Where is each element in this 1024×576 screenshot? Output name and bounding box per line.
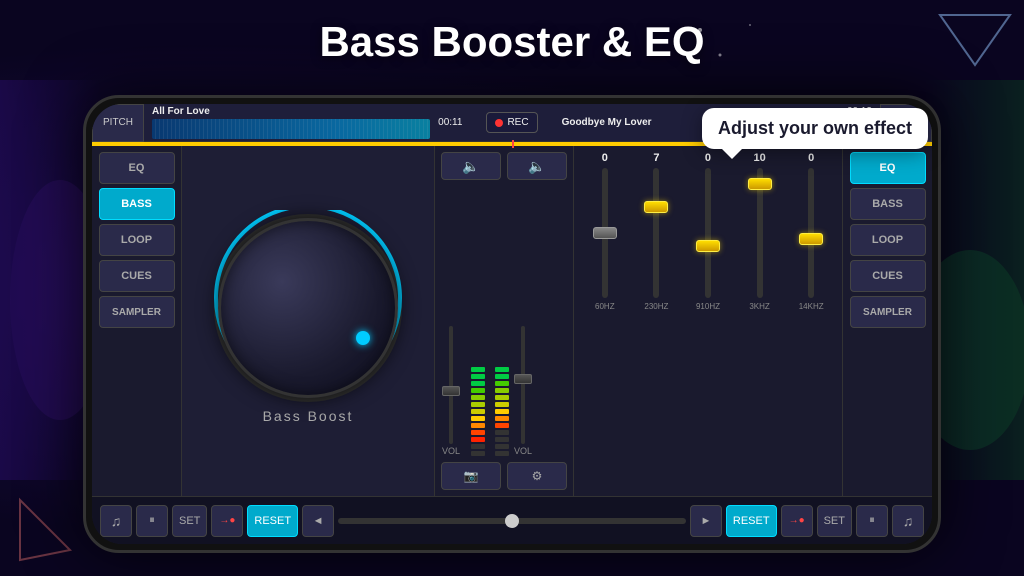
eq-button-right[interactable]: EQ bbox=[850, 152, 926, 184]
eq-label-60hz: 60HZ bbox=[595, 302, 615, 311]
eq-track-230hz bbox=[653, 168, 659, 298]
tooltip-text: Adjust your own effect bbox=[718, 118, 912, 138]
eq-band-14khz: 0 14KHZ bbox=[788, 152, 834, 311]
track-right-name: Goodbye My Lover bbox=[562, 117, 652, 128]
main-content: EQ BASS LOOP CUES SAMPLER bbox=[92, 146, 932, 496]
eq-area: 0 60HZ 7 230HZ bbox=[574, 146, 842, 496]
reset-left-button[interactable]: RESET bbox=[247, 505, 298, 537]
fader-left: VOL bbox=[441, 326, 461, 456]
music-right-button[interactable]: ♫ bbox=[892, 505, 924, 537]
set-left-button[interactable]: SET bbox=[172, 505, 207, 537]
eq-handle-230hz[interactable] bbox=[644, 201, 668, 213]
arrow-record-button[interactable]: →● bbox=[211, 505, 243, 537]
eq-track-910hz bbox=[705, 168, 711, 298]
vu-meter-left bbox=[465, 326, 485, 456]
mixer-area: 🔈 🔈 VOL bbox=[434, 146, 574, 496]
cues-button-left[interactable]: CUES bbox=[99, 260, 175, 292]
eq-value-230hz: 7 bbox=[653, 152, 659, 164]
bass-button-left[interactable]: BASS bbox=[99, 188, 175, 220]
bass-knob[interactable] bbox=[218, 218, 398, 398]
eq-band-910hz: 0 910HZ bbox=[685, 152, 731, 311]
vu-fader-area: VOL bbox=[441, 186, 567, 456]
eq-label-3khz: 3KHZ bbox=[749, 302, 769, 311]
mixer-bottom-buttons: 📷 ⚙ bbox=[441, 462, 567, 490]
rec-dot bbox=[495, 119, 503, 127]
eq-label-910hz: 910HZ bbox=[696, 302, 720, 311]
page-title: Bass Booster & EQ bbox=[319, 18, 704, 66]
mixer-btn-camera[interactable]: 📷 bbox=[441, 462, 501, 490]
left-panel: EQ BASS LOOP CUES SAMPLER bbox=[92, 146, 182, 496]
bass-boost-label: Bass Boost bbox=[263, 408, 354, 424]
volume-left-button[interactable]: 🔈 bbox=[441, 152, 501, 180]
pitch-left-button[interactable]: PITCH bbox=[92, 104, 144, 142]
vol-label-right: VOL bbox=[514, 446, 532, 456]
phone-screen: PITCH All For Love 00:11 REC Goodbye My … bbox=[92, 104, 932, 544]
eq-value-910hz: 0 bbox=[705, 152, 711, 164]
mixer-btn-settings[interactable]: ⚙ bbox=[507, 462, 567, 490]
eq-label-230hz: 230HZ bbox=[644, 302, 668, 311]
vu-meter-right bbox=[489, 326, 509, 456]
rec-label: REC bbox=[507, 117, 528, 128]
eq-handle-60hz[interactable] bbox=[593, 227, 617, 239]
eq-handle-14khz[interactable] bbox=[799, 233, 823, 245]
eq-band-230hz: 7 230HZ bbox=[634, 152, 680, 311]
set-right-button[interactable]: SET bbox=[817, 505, 852, 537]
next-button[interactable]: ► bbox=[690, 505, 722, 537]
fader-track-right bbox=[521, 326, 525, 444]
sampler-button-right[interactable]: SAMPLER bbox=[850, 296, 926, 328]
progress-track[interactable] bbox=[338, 518, 686, 524]
pause-right-button[interactable]: ⏸ bbox=[856, 505, 888, 537]
eq-faders-row: 0 60HZ 7 230HZ bbox=[582, 152, 834, 490]
tooltip-bubble: Adjust your own effect bbox=[702, 108, 928, 149]
track-left-name: All For Love bbox=[152, 106, 430, 117]
mixer-top-buttons: 🔈 🔈 bbox=[441, 152, 567, 180]
reset-right-button[interactable]: RESET bbox=[726, 505, 777, 537]
phone-frame: PITCH All For Love 00:11 REC Goodbye My … bbox=[83, 95, 941, 553]
eq-band-60hz: 0 60HZ bbox=[582, 152, 628, 311]
fader-handle-right[interactable] bbox=[514, 374, 532, 384]
pause-left-button[interactable]: ⏸ bbox=[136, 505, 168, 537]
eq-value-14khz: 0 bbox=[808, 152, 814, 164]
fader-right: VOL bbox=[513, 326, 533, 456]
prev-button[interactable]: ◄ bbox=[302, 505, 334, 537]
center-knob-area: Bass Boost bbox=[182, 146, 434, 496]
eq-band-3khz: 10 3KHZ bbox=[737, 152, 783, 311]
vol-label-left: VOL bbox=[442, 446, 460, 456]
eq-handle-910hz[interactable] bbox=[696, 240, 720, 252]
right-panel: EQ BASS LOOP CUES SAMPLER bbox=[842, 146, 932, 496]
loop-button-right[interactable]: LOOP bbox=[850, 224, 926, 256]
loop-button-left[interactable]: LOOP bbox=[99, 224, 175, 256]
eq-handle-3khz[interactable] bbox=[748, 178, 772, 190]
sampler-button-left[interactable]: SAMPLER bbox=[99, 296, 175, 328]
eq-value-3khz: 10 bbox=[753, 152, 765, 164]
track-left-time: 00:11 bbox=[438, 117, 462, 128]
waveform-left bbox=[152, 119, 430, 139]
eq-track-3khz bbox=[757, 168, 763, 298]
volume-right-icon: 🔈 bbox=[528, 158, 545, 175]
eq-button-left[interactable]: EQ bbox=[99, 152, 175, 184]
track-left-section: All For Love 00:11 bbox=[144, 104, 478, 142]
fader-handle-left[interactable] bbox=[442, 386, 460, 396]
transport-bar: ♫ ⏸ SET →● RESET ◄ ► RESET →● SET ⏸ ♫ bbox=[92, 496, 932, 544]
bass-button-right[interactable]: BASS bbox=[850, 188, 926, 220]
fader-track-left bbox=[449, 326, 453, 444]
knob-indicator bbox=[356, 331, 370, 345]
knob-container bbox=[218, 218, 398, 398]
eq-value-60hz: 0 bbox=[602, 152, 608, 164]
rec-button[interactable]: REC bbox=[486, 112, 537, 133]
progress-thumb[interactable] bbox=[505, 514, 519, 528]
volume-left-icon: 🔈 bbox=[462, 158, 479, 175]
track-left: All For Love bbox=[152, 104, 430, 142]
cues-button-right[interactable]: CUES bbox=[850, 260, 926, 292]
music-left-button[interactable]: ♫ bbox=[100, 505, 132, 537]
eq-track-60hz bbox=[602, 168, 608, 298]
volume-right-button[interactable]: 🔈 bbox=[507, 152, 567, 180]
eq-label-14khz: 14KHZ bbox=[799, 302, 824, 311]
eq-track-14khz bbox=[808, 168, 814, 298]
arrow-record-right-button[interactable]: →● bbox=[781, 505, 813, 537]
